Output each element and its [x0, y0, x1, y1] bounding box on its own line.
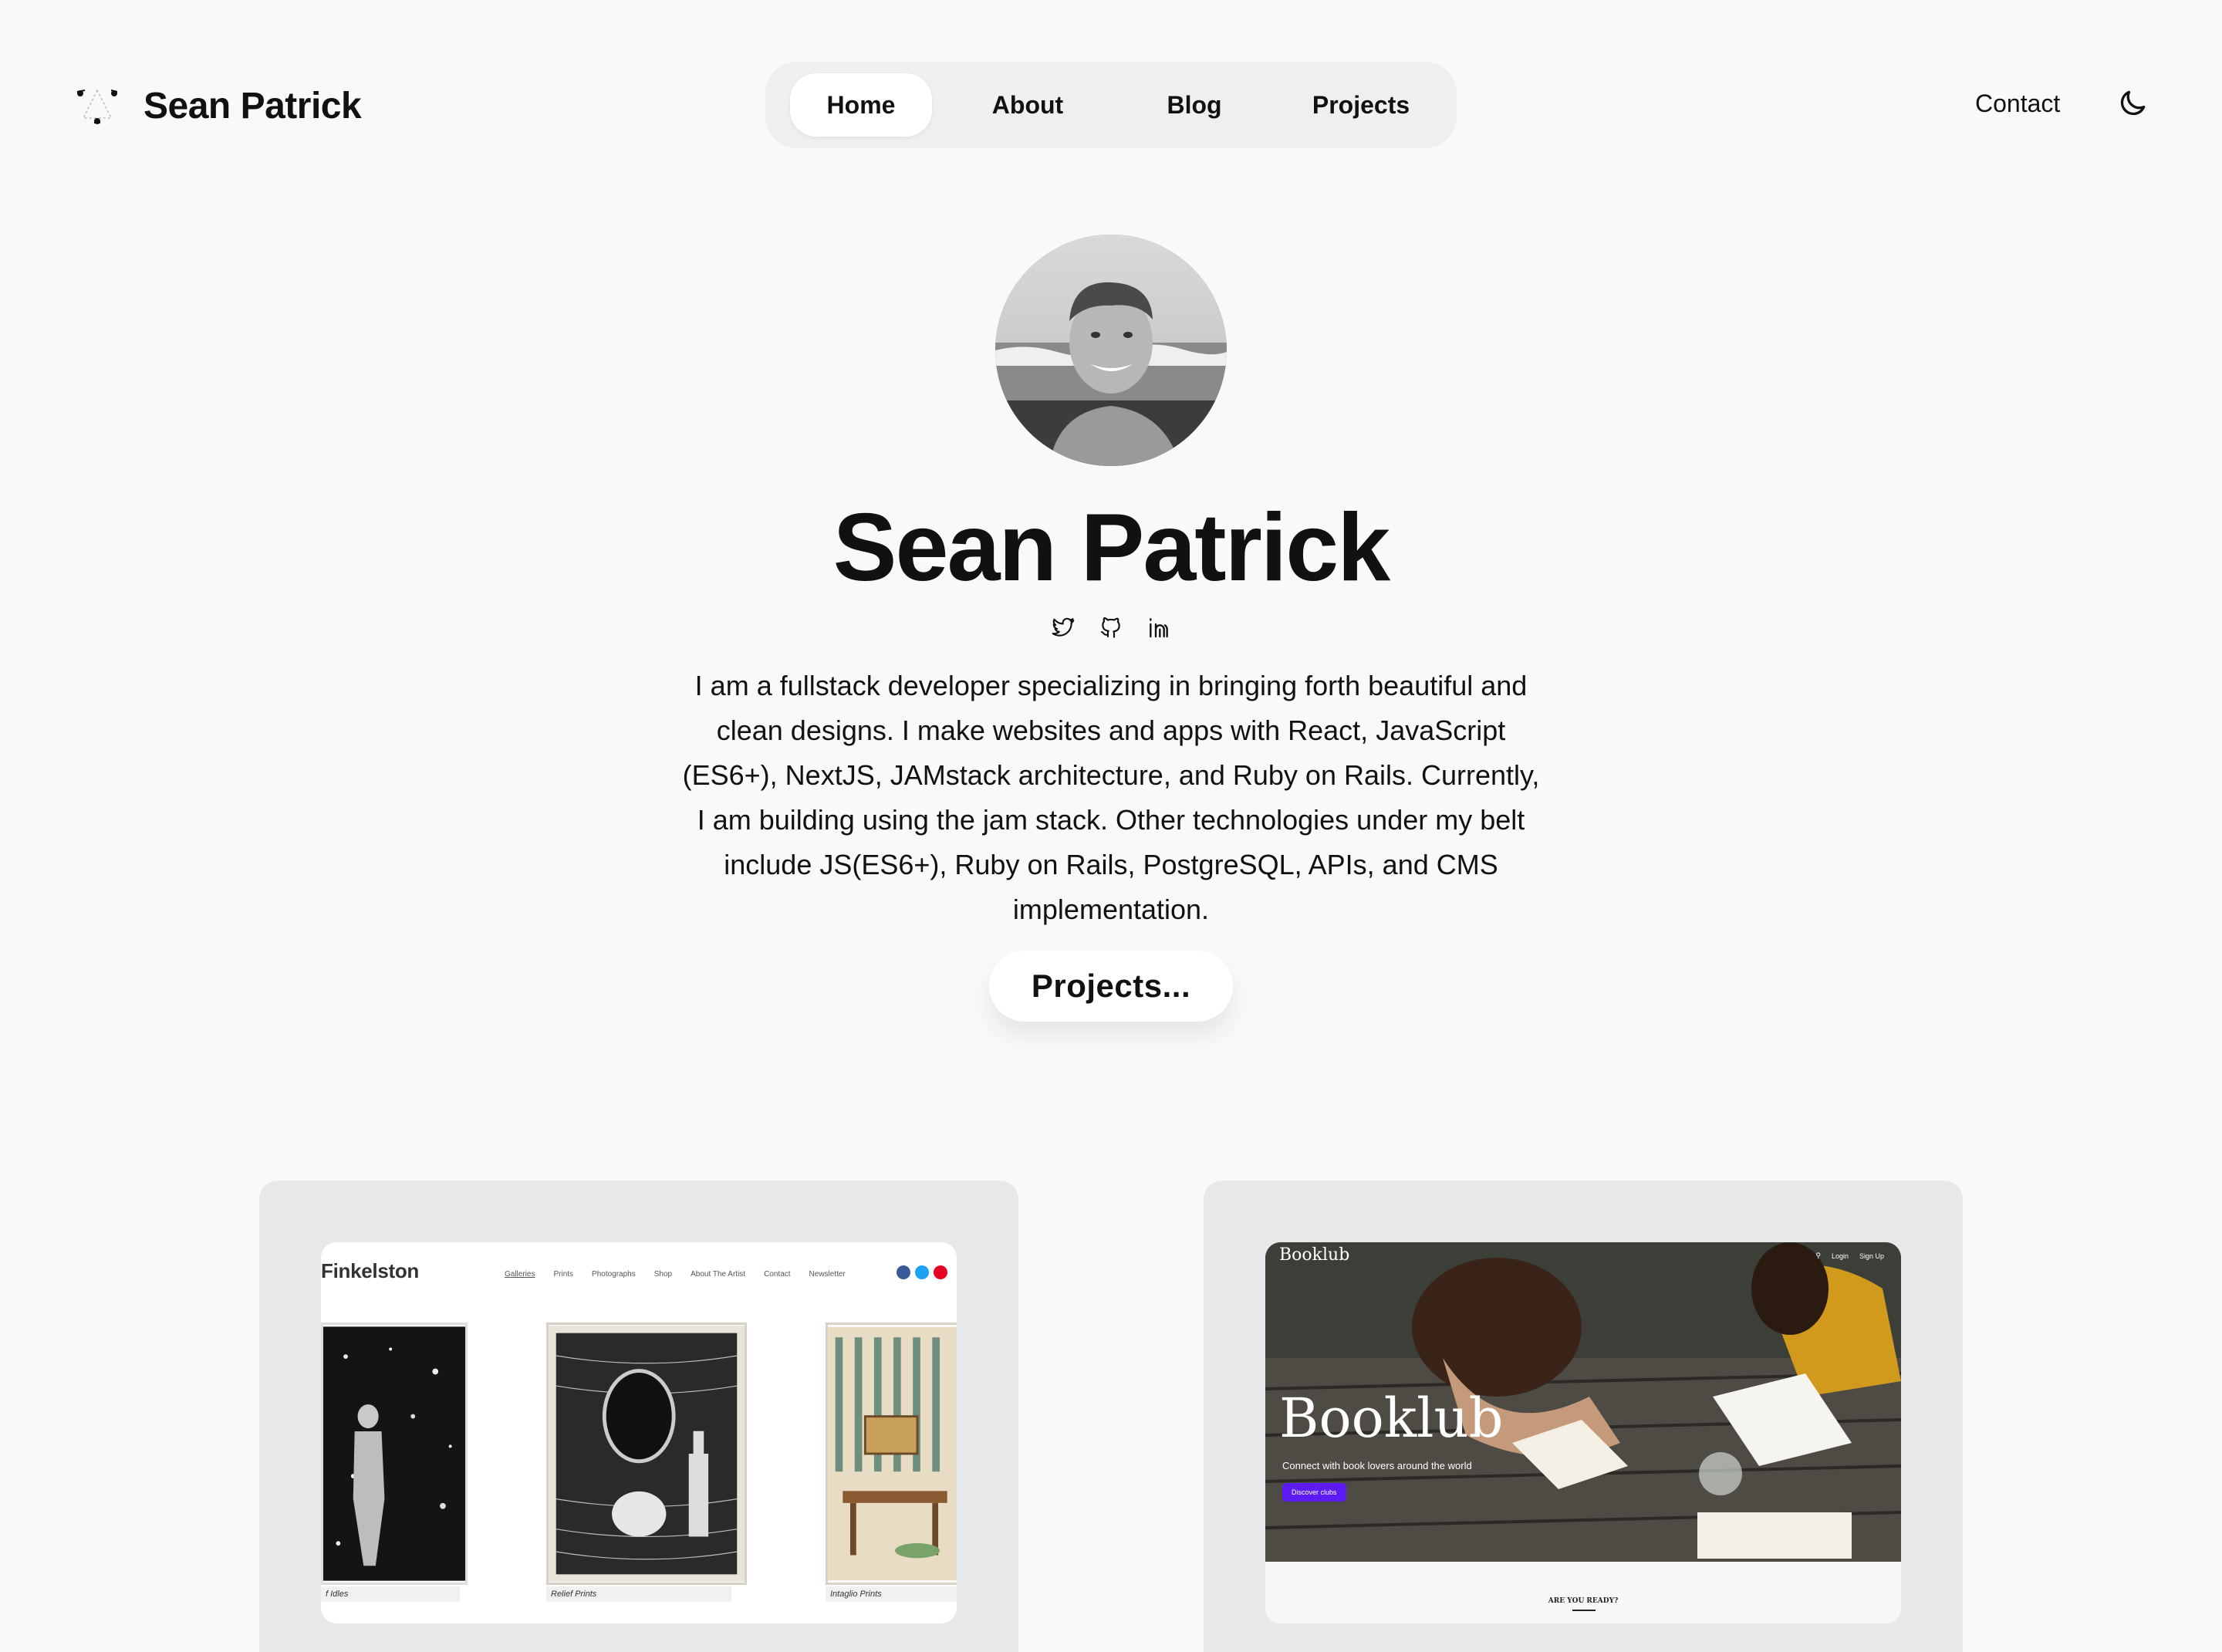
- linkedin-icon[interactable]: [1146, 615, 1171, 640]
- nav-projects[interactable]: Projects: [1290, 73, 1432, 137]
- login-link: Login: [1831, 1252, 1849, 1260]
- heading-underline: [1572, 1610, 1596, 1611]
- search-icon: ⚲: [1815, 1252, 1821, 1259]
- twitter-icon: [915, 1265, 929, 1279]
- site-cta-button: Discover clubs: [1282, 1483, 1346, 1502]
- site-nav-item: About The Artist: [691, 1270, 746, 1279]
- moon-icon[interactable]: [2116, 86, 2149, 120]
- site-nav-item: Newsletter: [809, 1270, 846, 1279]
- twitter-icon[interactable]: [1051, 615, 1076, 640]
- site-social-icons: [897, 1265, 947, 1279]
- site-top-links: ⚲ Login Sign Up: [1815, 1252, 1884, 1260]
- project-card-booklub[interactable]: Booklub ⚲ Login Sign Up Booklub Connect …: [1204, 1181, 1963, 1652]
- social-links: [1051, 614, 1171, 640]
- site-lower-section: ARE YOU READY?: [1265, 1562, 1901, 1623]
- pinterest-icon: [934, 1265, 947, 1279]
- print-image: [321, 1323, 468, 1585]
- brand[interactable]: Sean Patrick: [74, 80, 362, 131]
- project-screenshot: Booklub ⚲ Login Sign Up Booklub Connect …: [1265, 1242, 1901, 1623]
- project-card-finkelston[interactable]: Finkelston Galleries Prints Photographs …: [259, 1181, 1018, 1652]
- site-subtitle: Connect with book lovers around the worl…: [1282, 1460, 1472, 1471]
- print-caption: f Idles: [321, 1586, 460, 1602]
- site-nav-item: Contact: [764, 1270, 791, 1279]
- site-nav-item: Shop: [653, 1270, 673, 1279]
- site-nav: Galleries Prints Photographs Shop About …: [505, 1270, 846, 1279]
- section-heading: ARE YOU READY?: [1548, 1597, 1619, 1605]
- print-image: [826, 1323, 957, 1585]
- profile-photo: [995, 235, 1227, 466]
- bio-text: I am a fullstack developer specializing …: [682, 670, 1540, 925]
- site-hero-title: Booklub: [1279, 1387, 1504, 1450]
- site-nav-item: Galleries: [505, 1270, 535, 1279]
- facebook-icon: [897, 1265, 910, 1279]
- nav-blog[interactable]: Blog: [1123, 73, 1265, 137]
- site-nav-item: Photographs: [592, 1270, 636, 1279]
- main-nav: Home About Blog Projects: [765, 62, 1457, 148]
- brand-name: Sean Patrick: [144, 85, 362, 127]
- nav-home[interactable]: Home: [790, 73, 932, 137]
- print-image: [546, 1323, 747, 1585]
- hero-name: Sean Patrick: [832, 495, 1390, 601]
- contact-link[interactable]: Contact: [1975, 90, 2060, 120]
- github-icon[interactable]: [1099, 615, 1123, 640]
- site-title: Finkelston: [321, 1259, 420, 1282]
- print-caption: Intaglio Prints: [826, 1586, 957, 1602]
- signup-link: Sign Up: [1859, 1252, 1884, 1260]
- avatar: [995, 235, 1227, 466]
- site-logo: Booklub: [1279, 1245, 1350, 1265]
- nav-about[interactable]: About: [957, 73, 1099, 137]
- project-screenshot: Finkelston Galleries Prints Photographs …: [321, 1242, 957, 1623]
- print-caption: Relief Prints: [546, 1586, 731, 1602]
- site-nav-item: Prints: [553, 1270, 574, 1279]
- site-header: Sean Patrick Home About Blog Projects Co…: [0, 0, 2222, 208]
- projects-button[interactable]: Projects...: [989, 951, 1233, 1022]
- logo-icon: [76, 89, 118, 124]
